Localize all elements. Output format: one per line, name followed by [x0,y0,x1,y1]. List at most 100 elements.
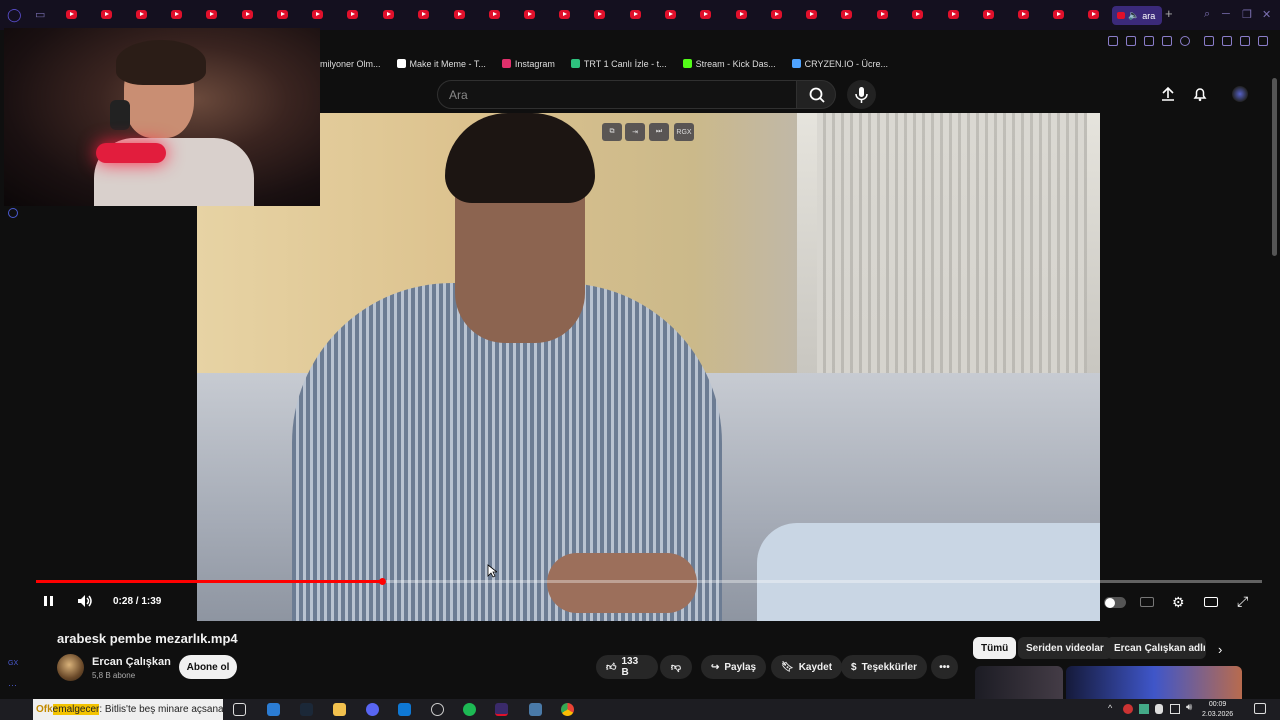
opera-gx-taskbar-icon[interactable] [495,703,508,716]
tab-youtube-favicon-icon[interactable] [347,10,358,19]
more-actions-button[interactable]: ••• [931,655,958,679]
settings-gear-icon[interactable] [8,208,18,218]
extensions-icon[interactable] [1204,36,1214,46]
download-icon[interactable] [1240,36,1250,46]
heart-icon[interactable] [1180,36,1190,46]
obs-icon[interactable] [431,703,444,716]
tab-youtube-favicon-icon[interactable] [242,10,253,19]
close-window-icon[interactable]: ✕ [1262,8,1271,21]
minimize-icon[interactable]: ─ [1222,8,1230,20]
copilot-icon[interactable] [267,703,280,716]
tab-youtube-favicon-icon[interactable] [771,10,782,19]
tab-youtube-favicon-icon[interactable] [171,10,182,19]
restore-icon[interactable]: ❐ [1242,8,1252,21]
file-explorer-icon[interactable] [333,703,346,716]
fullscreen-icon[interactable]: ⤢ [1237,593,1248,610]
sidebar-more-icon[interactable]: ··· [8,680,17,690]
chip-channel[interactable]: Ercan Çalışkan adlı y [1106,637,1206,659]
network-icon[interactable] [1170,704,1180,714]
task-view-icon[interactable] [233,703,246,716]
chip-series[interactable]: Seriden videolar [1018,637,1112,659]
tab-youtube-favicon-icon[interactable] [736,10,747,19]
tab-youtube-favicon-icon[interactable] [559,10,570,19]
bookmark-item[interactable]: Instagram [501,59,555,69]
bookmark-item[interactable]: Make it Meme - T... [396,59,486,69]
tray-chevron-icon[interactable]: ^ [1108,703,1112,713]
skip-overlay-button[interactable]: ⏭ [649,123,669,141]
thanks-button[interactable]: $ Teşekkürler [841,655,927,679]
tab-youtube-favicon-icon[interactable] [1088,10,1099,19]
gx-icon[interactable]: GX [8,660,18,667]
tab-youtube-favicon-icon[interactable] [383,10,394,19]
tab-youtube-favicon-icon[interactable] [206,10,217,19]
steam-icon[interactable] [300,703,313,716]
tab-youtube-favicon-icon[interactable] [524,10,535,19]
profile-icon[interactable] [1222,36,1232,46]
video-player[interactable]: ⧉ ⇥ ⏭ RGX [197,113,1100,621]
tab-youtube-favicon-icon[interactable] [948,10,959,19]
outlook-icon[interactable] [398,703,411,716]
volume-button[interactable] [76,593,94,612]
search-button[interactable] [796,80,836,109]
tab-active[interactable]: 🔈 ara [1112,6,1162,25]
share-button[interactable]: ↪ Paylaş [701,655,767,679]
voice-search-button[interactable] [847,80,876,109]
subtitles-icon[interactable] [1140,597,1154,607]
tab-youtube-favicon-icon[interactable] [1053,10,1064,19]
opera-logo-icon[interactable]: ◯ [7,7,22,23]
app-taskbar-icon[interactable] [529,703,542,716]
theater-mode-icon[interactable] [1204,597,1218,607]
shield-icon[interactable] [1144,36,1154,46]
menu-icon[interactable] [1258,36,1268,46]
tab-youtube-favicon-icon[interactable] [66,10,77,19]
tab-youtube-favicon-icon[interactable] [700,10,711,19]
tab-youtube-favicon-icon[interactable] [983,10,994,19]
new-tab-button[interactable]: + [1165,6,1173,21]
bookmark-item[interactable]: milyoner Olm... [320,59,381,69]
player-icon[interactable] [1162,36,1172,46]
recommended-thumbnail[interactable] [1066,666,1242,699]
search-input[interactable]: Ara [437,80,797,109]
create-upload-button[interactable] [1160,86,1176,107]
recommended-thumbnail[interactable] [975,666,1063,699]
detach-overlay-button[interactable]: ⇥ [625,123,645,141]
pip-overlay-button[interactable]: ⧉ [602,123,622,141]
screenshot-icon[interactable] [1126,36,1136,46]
channel-name[interactable]: Ercan Çalışkan [92,656,171,668]
tray-mic-icon[interactable] [1155,704,1163,714]
tray-app-icon[interactable] [1123,704,1133,714]
notifications-button[interactable] [1192,86,1208,107]
clock[interactable]: 00:09 2.03.2026 [1202,700,1233,720]
tab-youtube-favicon-icon[interactable] [665,10,676,19]
like-button[interactable]: 👍︎ 133 B [596,655,658,679]
chip-all[interactable]: Tümü [973,637,1017,659]
subscribe-button[interactable]: Abone ol [179,655,237,679]
settings-gear-button[interactable]: ⚙ [1172,594,1185,611]
tab-switcher-icon[interactable]: ▭ [35,8,45,21]
bookmark-icon[interactable] [1108,36,1118,46]
rgx-overlay-button[interactable]: RGX [674,123,694,141]
account-avatar[interactable] [1232,86,1248,102]
tab-youtube-favicon-icon[interactable] [1018,10,1029,19]
dislike-button[interactable]: 👎︎ [660,655,692,679]
tab-youtube-favicon-icon[interactable] [101,10,112,19]
tab-youtube-favicon-icon[interactable] [806,10,817,19]
tab-youtube-favicon-icon[interactable] [277,10,288,19]
bookmark-item[interactable]: TRT 1 Canlı İzle - t... [570,59,667,69]
save-button[interactable]: 🔖︎ Kaydet [771,655,843,679]
tab-youtube-favicon-icon[interactable] [418,10,429,19]
tray-app-icon[interactable] [1139,704,1149,714]
chevron-right-icon[interactable]: › [1218,642,1222,657]
tab-youtube-favicon-icon[interactable] [136,10,147,19]
pause-button[interactable] [42,593,56,612]
tab-youtube-favicon-icon[interactable] [489,10,500,19]
chrome-icon[interactable] [561,703,574,716]
autoplay-toggle[interactable] [1104,597,1126,608]
notification-center-icon[interactable] [1254,703,1266,714]
tab-youtube-favicon-icon[interactable] [594,10,605,19]
channel-avatar[interactable] [57,654,84,681]
tab-youtube-favicon-icon[interactable] [630,10,641,19]
bookmark-item[interactable]: Stream - Kick Das... [682,59,776,69]
tab-youtube-favicon-icon[interactable] [912,10,923,19]
page-scrollbar[interactable] [1272,78,1277,256]
